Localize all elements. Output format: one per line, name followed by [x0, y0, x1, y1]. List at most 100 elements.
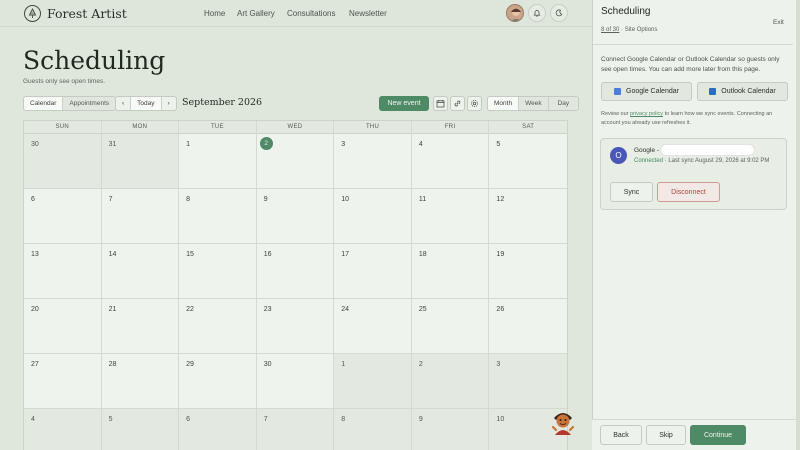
- day-number: 2: [418, 361, 423, 368]
- calendar-day[interactable]: 3: [489, 354, 567, 409]
- tab-day[interactable]: Day: [547, 97, 579, 110]
- calendar-day[interactable]: 2: [411, 354, 490, 409]
- calendar-days: 30 31 1 2 3 4 5 6 7 8 9 10 11 12 13 14 15 16 17 18 19 20 21 22 2…: [24, 134, 567, 450]
- calendar-day[interactable]: 3: [334, 134, 412, 189]
- calendar-day[interactable]: 8: [179, 189, 257, 244]
- calendar-day[interactable]: 15: [179, 244, 257, 299]
- calendar-day[interactable]: 24: [334, 299, 412, 354]
- calendar-day[interactable]: 7: [101, 189, 180, 244]
- calendar-day[interactable]: 21: [101, 299, 180, 354]
- day-number: 6: [186, 416, 191, 423]
- calendar-day[interactable]: 25: [411, 299, 490, 354]
- calendar-day[interactable]: 8: [334, 409, 412, 450]
- calendar-day[interactable]: 28: [101, 354, 180, 409]
- account-status: Connected · Last sync August 29, 2026 at…: [634, 157, 784, 166]
- calendar-day[interactable]: 17: [334, 244, 412, 299]
- avatar[interactable]: [506, 4, 524, 22]
- calendar-day[interactable]: 14: [101, 244, 180, 299]
- day-number: 18: [418, 251, 427, 258]
- outlook-calendar-icon: [709, 88, 717, 95]
- calendar-day[interactable]: 20: [24, 299, 102, 354]
- chevron-right-icon[interactable]: ›: [160, 97, 176, 110]
- calendar-day[interactable]: 7: [256, 409, 335, 450]
- tree-icon[interactable]: [24, 5, 41, 22]
- calendar-day[interactable]: 1: [179, 134, 257, 189]
- calendar-icon[interactable]: [433, 96, 448, 111]
- calendar-day[interactable]: 22: [179, 299, 257, 354]
- calendar-day[interactable]: 9: [256, 189, 335, 244]
- outlook-calendar-button[interactable]: Outlook Calendar: [697, 82, 788, 101]
- privacy-policy-link[interactable]: privacy policy: [630, 111, 663, 117]
- page-subtitle: Guests only see open times.: [23, 78, 106, 85]
- weekday-label: WED: [257, 121, 335, 134]
- tab-appointments[interactable]: Appointments: [62, 97, 116, 110]
- scrollbar[interactable]: [796, 0, 800, 450]
- skip-button[interactable]: Skip: [646, 425, 686, 445]
- day-number: 9: [263, 196, 268, 203]
- back-button[interactable]: Back: [600, 425, 642, 445]
- calendar-day[interactable]: 23: [256, 299, 335, 354]
- setup-panel: Scheduling Exit 8 of 30 · Site Options C…: [592, 0, 800, 450]
- panel-title: Scheduling: [601, 6, 651, 17]
- calendar-day[interactable]: 30: [24, 134, 102, 189]
- calendar-day[interactable]: 18: [411, 244, 490, 299]
- calendar-day[interactable]: 6: [24, 189, 102, 244]
- google-calendar-button[interactable]: Google Calendar: [601, 82, 692, 101]
- exit-link[interactable]: Exit: [773, 19, 784, 26]
- new-event-button[interactable]: New event: [379, 96, 429, 111]
- calendar-day[interactable]: 5: [101, 409, 180, 450]
- bell-icon[interactable]: [528, 4, 546, 22]
- brand-name[interactable]: Forest Artist: [47, 6, 127, 21]
- calendar-day[interactable]: 11: [411, 189, 490, 244]
- tab-calendar[interactable]: Calendar: [24, 97, 63, 110]
- calendar-day[interactable]: 26: [489, 299, 567, 354]
- panel-header: Scheduling Exit 8 of 30 · Site Options: [593, 0, 793, 46]
- day-number: 22: [186, 306, 194, 313]
- calendar-day-today[interactable]: 2: [256, 134, 335, 189]
- calendar-day[interactable]: 29: [179, 354, 257, 409]
- today-button[interactable]: Today: [130, 97, 161, 110]
- sync-button[interactable]: Sync: [610, 182, 653, 202]
- calendar-day[interactable]: 4: [411, 134, 490, 189]
- calendar-day[interactable]: 12: [489, 189, 567, 244]
- continue-button[interactable]: Continue: [690, 425, 746, 445]
- nav-newsletter[interactable]: Newsletter: [349, 9, 387, 18]
- tab-week[interactable]: Week: [518, 97, 548, 110]
- calendar-day[interactable]: 4: [24, 409, 102, 450]
- calendar-day[interactable]: 10: [334, 189, 412, 244]
- google-calendar-icon: [614, 88, 622, 95]
- day-number: 20: [31, 306, 39, 313]
- weekday-header: SUN MON TUE WED THU FRI SAT: [24, 121, 567, 134]
- day-number: 11: [418, 196, 427, 203]
- calendar-day[interactable]: 16: [256, 244, 335, 299]
- gear-icon[interactable]: [467, 96, 482, 111]
- calendar-day[interactable]: 5: [489, 134, 567, 189]
- weekday-label: THU: [334, 121, 412, 134]
- calendar-day[interactable]: 6: [179, 409, 257, 450]
- day-number: 14: [108, 251, 117, 258]
- panel-footer: Back Skip Continue: [592, 419, 800, 450]
- day-number: 10: [341, 196, 350, 203]
- chevron-left-icon[interactable]: ‹: [116, 97, 130, 110]
- last-sync: · Last sync August 29, 2026 at 9:02 PM: [663, 158, 770, 164]
- page-title: Scheduling: [23, 46, 166, 75]
- calendar-day[interactable]: 27: [24, 354, 102, 409]
- day-number: 2: [259, 137, 273, 150]
- day-number: 7: [263, 416, 268, 423]
- mascot-avatar[interactable]: [550, 408, 576, 436]
- moon-icon[interactable]: [550, 4, 568, 22]
- nav-home[interactable]: Home: [204, 9, 225, 18]
- calendar-day[interactable]: 9: [411, 409, 490, 450]
- calendar-day[interactable]: 31: [101, 134, 180, 189]
- nav-art-gallery[interactable]: Art Gallery: [237, 9, 275, 18]
- tab-month[interactable]: Month: [488, 97, 519, 110]
- calendar-day[interactable]: 30: [256, 354, 335, 409]
- disconnect-button[interactable]: Disconnect: [657, 182, 720, 202]
- calendar-day[interactable]: 19: [489, 244, 567, 299]
- link-icon[interactable]: [450, 96, 465, 111]
- step-progress-link[interactable]: 8 of 30: [601, 27, 619, 33]
- month-label: September 2026: [182, 97, 263, 108]
- calendar-day[interactable]: 1: [334, 354, 412, 409]
- calendar-day[interactable]: 13: [24, 244, 102, 299]
- nav-consultations[interactable]: Consultations: [287, 9, 335, 18]
